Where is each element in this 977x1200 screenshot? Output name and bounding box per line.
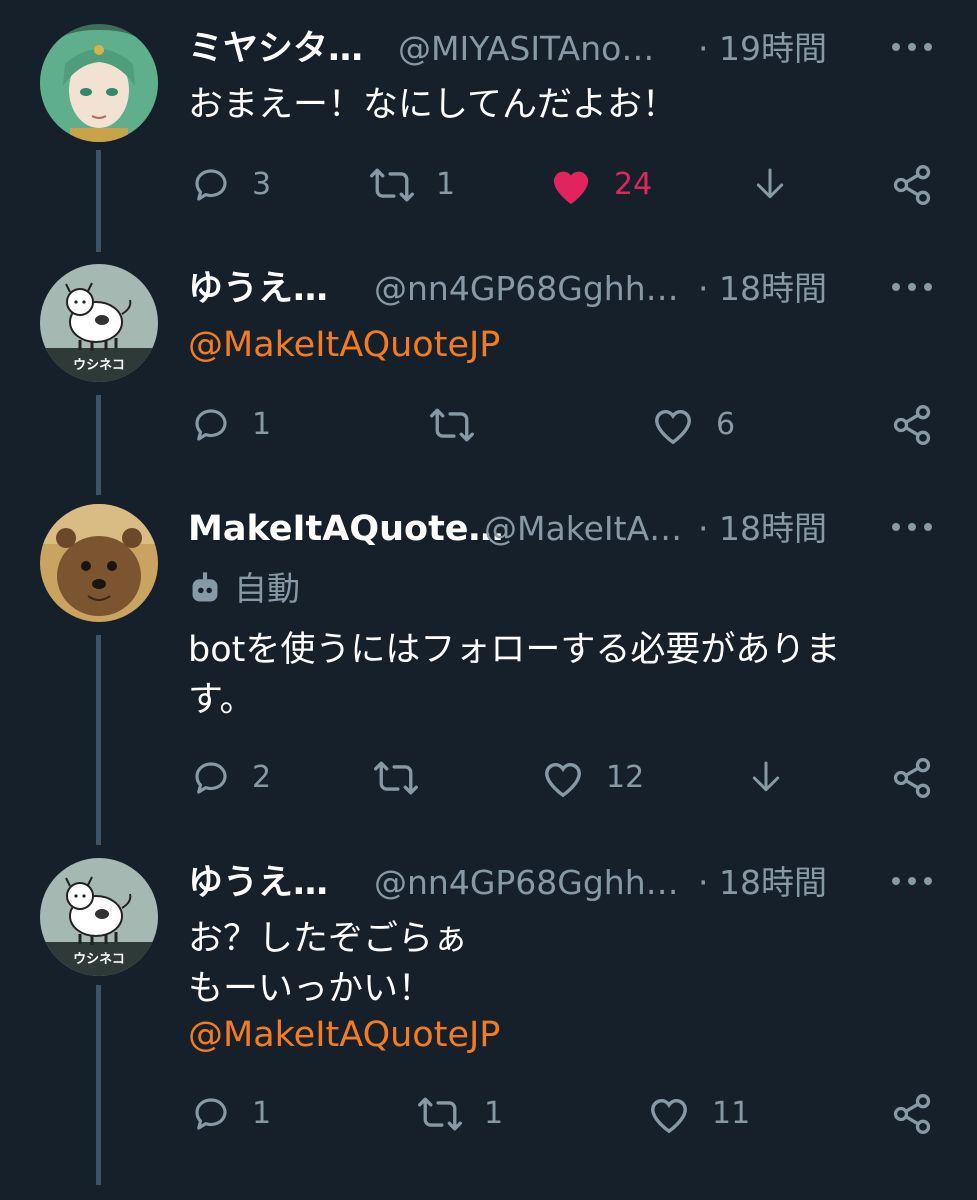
- mention-link[interactable]: @MakeItAQuoteJP: [188, 1010, 908, 1060]
- share-icon: [893, 1094, 931, 1134]
- tweet-text: botを使うにはフォローする必要がありま す。: [188, 630, 841, 720]
- share-button[interactable]: [890, 748, 934, 808]
- tweet[interactable]: ウシネコ ゆうえ… @nn4GP68Gghh… · 18時間 @MakeItAQ…: [0, 240, 977, 490]
- share-icon: [893, 405, 931, 445]
- like-count: 6: [716, 407, 736, 442]
- retweet-icon: [374, 761, 418, 795]
- share-button[interactable]: [890, 155, 934, 215]
- quokka-avatar[interactable]: [40, 504, 158, 622]
- cow-cat-avatar[interactable]: ウシネコ: [40, 858, 158, 976]
- like-button[interactable]: 12: [540, 748, 644, 808]
- like-count: 24: [614, 167, 653, 202]
- more-options-icon[interactable]: [892, 32, 932, 62]
- user-handle[interactable]: @nn4GP68Gghh…: [374, 858, 679, 908]
- heart-icon: [545, 763, 581, 798]
- reply-button[interactable]: 1: [190, 395, 271, 455]
- tweet[interactable]: ミヤシタ… @MIYASITAno… · 19時間 おまえー！なにしてんだよお！…: [0, 0, 977, 250]
- anime-character-avatar[interactable]: [40, 24, 158, 142]
- retweet-button[interactable]: [372, 748, 420, 808]
- user-handle[interactable]: @MIYASITAno…: [398, 24, 654, 74]
- download-icon: [756, 168, 784, 199]
- heart-filled-icon: [553, 171, 589, 205]
- tweet-text: お？したぞごらぁ もーいっかい！: [188, 919, 469, 1009]
- retweet-count: 1: [484, 1096, 504, 1131]
- tweet[interactable]: MakeItAQuote… @MakeItA… · 18時間 自動 botを使う…: [0, 480, 977, 840]
- retweet-button[interactable]: [428, 395, 476, 455]
- display-name[interactable]: MakeItAQuote…: [188, 504, 504, 554]
- reply-icon: [195, 409, 227, 441]
- like-button[interactable]: 24: [548, 155, 652, 215]
- more-options-icon[interactable]: [892, 512, 932, 542]
- robot-icon: [192, 572, 218, 602]
- reply-button[interactable]: 3: [190, 155, 271, 215]
- timestamp[interactable]: · 19時間: [698, 24, 827, 74]
- mention-link[interactable]: @MakeItAQuoteJP: [188, 320, 908, 370]
- reply-count: 1: [252, 407, 272, 442]
- timestamp[interactable]: · 18時間: [698, 264, 827, 314]
- timestamp[interactable]: · 18時間: [698, 858, 827, 908]
- reply-count: 3: [252, 167, 272, 202]
- reply-count: 2: [252, 760, 272, 795]
- like-count: 12: [606, 760, 645, 795]
- reply-button[interactable]: 1: [190, 1084, 271, 1144]
- heart-icon: [655, 410, 691, 445]
- avatar-caption: ウシネコ: [73, 358, 125, 373]
- display-name[interactable]: ゆうえ…: [188, 858, 328, 908]
- retweet-icon: [370, 168, 414, 202]
- cow-cat-avatar[interactable]: ウシネコ: [40, 264, 158, 382]
- like-button[interactable]: 6: [650, 395, 735, 455]
- display-name[interactable]: ゆうえ…: [188, 264, 328, 314]
- avatar-caption: ウシネコ: [73, 952, 125, 967]
- share-button[interactable]: [890, 395, 934, 455]
- tweet-text: おまえー！なにしてんだよお！: [188, 85, 677, 125]
- like-button[interactable]: 11: [646, 1084, 750, 1144]
- retweet-icon: [418, 1097, 462, 1131]
- timestamp[interactable]: · 18時間: [698, 504, 827, 554]
- download-button[interactable]: [746, 748, 786, 808]
- retweet-button[interactable]: 1: [368, 155, 455, 215]
- tweet[interactable]: ウシネコ ゆうえ… @nn4GP68Gghh… · 18時間 お？したぞごらぁ …: [0, 834, 977, 1200]
- download-icon: [752, 761, 780, 792]
- more-options-icon[interactable]: [892, 272, 932, 302]
- reply-button[interactable]: 2: [190, 748, 271, 808]
- share-button[interactable]: [890, 1084, 934, 1144]
- reply-icon: [195, 1098, 227, 1130]
- retweet-count: 1: [436, 167, 456, 202]
- retweet-button[interactable]: 1: [416, 1084, 503, 1144]
- reply-icon: [195, 762, 227, 794]
- automated-label-text: 自動: [234, 569, 300, 608]
- reply-icon: [195, 169, 227, 201]
- automated-account-label: 自動: [188, 564, 300, 614]
- reply-count: 1: [252, 1096, 272, 1131]
- download-button[interactable]: [750, 155, 790, 215]
- user-handle[interactable]: @nn4GP68Gghh…: [374, 264, 679, 314]
- heart-icon: [651, 1099, 687, 1134]
- share-icon: [893, 165, 931, 205]
- more-options-icon[interactable]: [892, 866, 932, 896]
- share-icon: [893, 758, 931, 798]
- retweet-icon: [430, 408, 474, 442]
- user-handle[interactable]: @MakeItA…: [484, 504, 682, 554]
- like-count: 11: [712, 1096, 751, 1131]
- display-name[interactable]: ミヤシタ…: [188, 24, 363, 74]
